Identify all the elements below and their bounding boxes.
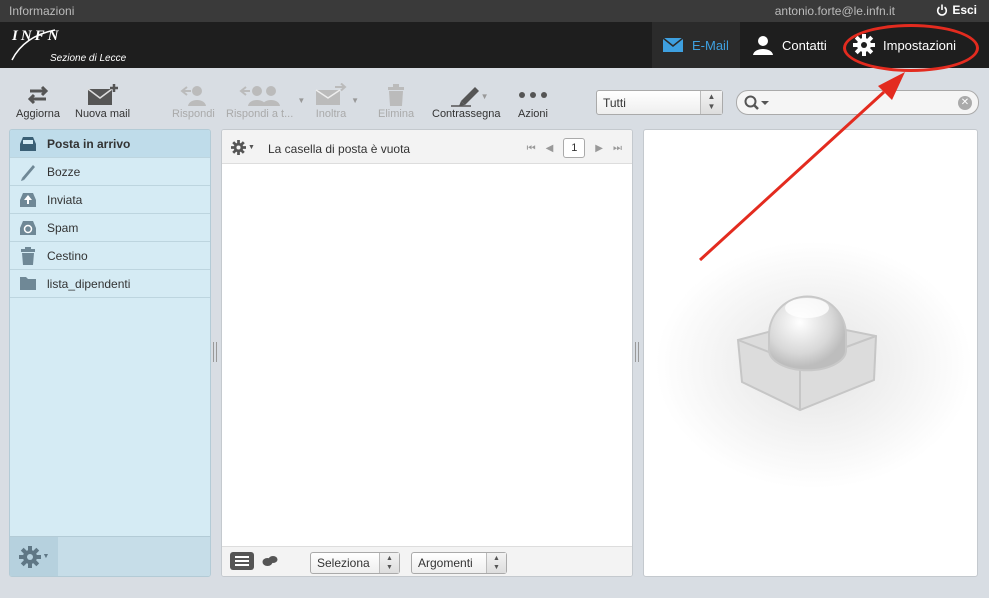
last-page-icon[interactable]: ⏭ xyxy=(613,143,622,154)
chevron-down-icon: ▼ xyxy=(42,553,50,560)
mark-button[interactable]: Contrassegna ▼ xyxy=(432,82,501,120)
select-label: Seleziona xyxy=(317,556,370,570)
logout-label: Esci xyxy=(952,3,977,17)
reply-all-label: Rispondi a t... xyxy=(226,108,294,120)
search-icon[interactable] xyxy=(744,95,770,114)
more-actions-label: Azioni xyxy=(518,108,548,120)
select-arrows-icon: ▲ ▼ xyxy=(486,553,506,573)
folder-footer: ▼ xyxy=(10,536,210,576)
forward-button[interactable]: Inoltra ▼ xyxy=(315,82,359,120)
logo: INFN Sezione di Lecce xyxy=(10,26,140,66)
folder-list: Posta in arrivo Bozze Inviata Spam Cesti… xyxy=(9,129,211,577)
reply-all-icon xyxy=(238,82,282,108)
message-list: ▼ La casella di posta è vuota ⏮ ◀ 1 ▶ ⏭ … xyxy=(221,129,633,577)
filter-value: Tutti xyxy=(603,96,626,110)
logo-name: INFN xyxy=(12,28,62,44)
folder-trash[interactable]: Cestino xyxy=(10,242,210,270)
reply-label: Rispondi xyxy=(172,108,215,120)
forward-icon xyxy=(315,82,347,108)
threads-dropdown[interactable]: Argomenti ▲ ▼ xyxy=(411,552,507,574)
next-page-icon[interactable]: ▶ xyxy=(595,143,603,154)
folder-options-button[interactable]: ▼ xyxy=(10,537,58,576)
marker-icon xyxy=(449,82,483,108)
nav-contacts[interactable]: Contatti xyxy=(752,22,827,68)
compose-button[interactable]: Nuova mail xyxy=(75,82,130,120)
new-mail-icon xyxy=(87,82,119,108)
power-icon xyxy=(937,4,948,16)
folder-splitter[interactable] xyxy=(213,342,217,362)
refresh-label: Aggiorna xyxy=(16,108,61,120)
preview-pane xyxy=(643,129,978,577)
watermark-logo-icon xyxy=(736,295,878,412)
delete-label: Elimina xyxy=(378,108,415,120)
reply-all-dropdown-icon[interactable]: ▼ xyxy=(297,96,305,105)
search-input[interactable]: ✕ xyxy=(736,90,979,115)
refresh-button[interactable]: Aggiorna xyxy=(16,82,60,120)
folder-inbox[interactable]: Posta in arrivo xyxy=(10,130,210,158)
logout-button[interactable]: Esci xyxy=(936,3,977,17)
inbox-icon xyxy=(18,136,38,152)
user-email: antonio.forte@le.infn.it xyxy=(774,4,895,18)
first-page-icon[interactable]: ⏮ xyxy=(527,143,536,154)
prev-page-icon[interactable]: ◀ xyxy=(546,143,554,154)
select-arrows-icon: ▲ ▼ xyxy=(379,553,399,573)
trash-icon xyxy=(386,82,406,108)
highlight-circle xyxy=(843,24,979,72)
dots-icon xyxy=(518,82,548,108)
forward-dropdown-icon[interactable]: ▼ xyxy=(351,96,359,105)
message-list-footer: Seleziona ▲ ▼ Argomenti ▲ ▼ xyxy=(222,546,632,576)
pager: ⏮ ◀ 1 ▶ ⏭ xyxy=(527,138,622,158)
gear-icon xyxy=(18,545,41,568)
folder-drafts[interactable]: Bozze xyxy=(10,158,210,186)
mailbox-status: La casella di posta è vuota xyxy=(268,142,411,156)
sent-icon xyxy=(18,192,38,208)
select-arrows-icon: ▲ ▼ xyxy=(700,91,722,114)
nav-contacts-label: Contatti xyxy=(782,37,827,53)
compose-label: Nuova mail xyxy=(75,108,131,120)
forward-label: Inoltra xyxy=(315,108,347,120)
select-dropdown[interactable]: Seleziona ▲ ▼ xyxy=(310,552,400,574)
threads-label: Argomenti xyxy=(418,556,473,570)
thread-view-icon[interactable] xyxy=(262,555,278,570)
person-icon xyxy=(752,34,774,56)
reply-icon xyxy=(178,82,208,108)
list-view-icon[interactable] xyxy=(230,552,254,570)
spam-icon xyxy=(18,220,38,236)
reply-all-button[interactable]: Rispondi a t... ▼ xyxy=(226,82,305,120)
folder-icon xyxy=(18,276,38,291)
refresh-arrows-icon xyxy=(26,82,50,108)
message-list-header: ▼ La casella di posta è vuota ⏮ ◀ 1 ▶ ⏭ xyxy=(222,130,632,164)
info-link[interactable]: Informazioni xyxy=(9,4,74,18)
folder-lista-dipendenti[interactable]: lista_dipendenti xyxy=(10,270,210,298)
folder-label: Spam xyxy=(47,220,79,235)
envelope-icon xyxy=(662,37,684,53)
folder-label: Cestino xyxy=(47,248,88,263)
reply-button[interactable]: Rispondi xyxy=(172,82,215,120)
delete-button[interactable]: Elimina xyxy=(378,82,414,120)
preview-splitter[interactable] xyxy=(635,342,639,362)
nav-mail[interactable]: E-Mail xyxy=(652,22,740,68)
header: INFN Sezione di Lecce E-Mail Contatti Im… xyxy=(0,22,989,68)
page-number[interactable]: 1 xyxy=(563,138,586,158)
folder-label: Posta in arrivo xyxy=(47,136,131,151)
filter-select[interactable]: Tutti ▲ ▼ xyxy=(596,90,723,115)
trash-icon xyxy=(18,246,38,265)
nav-mail-label: E-Mail xyxy=(692,37,729,53)
folder-sent[interactable]: Inviata xyxy=(10,186,210,214)
mark-label: Contrassegna xyxy=(432,108,501,120)
gear-icon xyxy=(231,140,246,155)
clear-search-icon[interactable]: ✕ xyxy=(958,96,972,110)
more-actions-button[interactable]: Azioni xyxy=(518,82,548,120)
pencil-icon xyxy=(18,163,38,181)
folder-label: Bozze xyxy=(47,164,81,179)
folder-label: lista_dipendenti xyxy=(47,276,131,291)
logo-subtitle: Sezione di Lecce xyxy=(50,53,127,64)
folder-label: Inviata xyxy=(47,192,83,207)
list-options-button[interactable]: ▼ xyxy=(231,140,255,155)
chevron-down-icon: ▼ xyxy=(248,144,255,151)
top-info-bar: Informazioni antonio.forte@le.infn.it Es… xyxy=(0,0,989,22)
folder-spam[interactable]: Spam xyxy=(10,214,210,242)
mark-dropdown-icon[interactable]: ▼ xyxy=(481,92,489,101)
